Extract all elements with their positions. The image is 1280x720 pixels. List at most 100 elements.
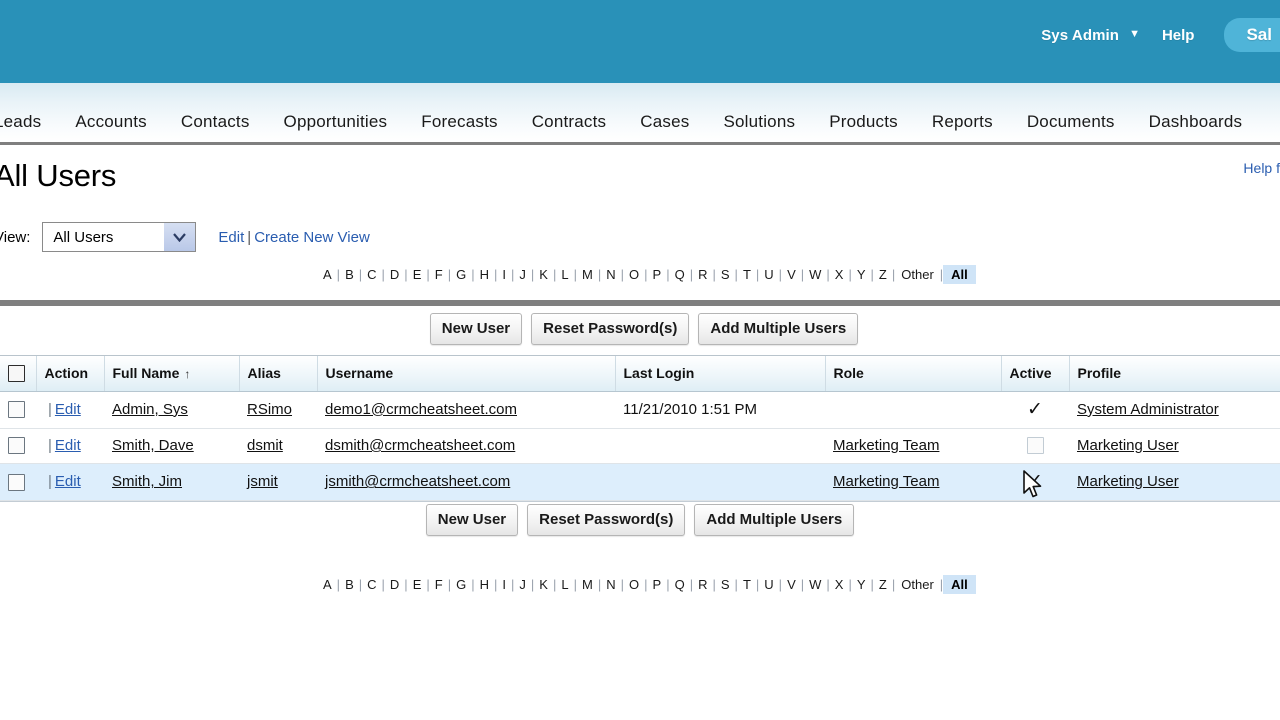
new-user-button-top[interactable]: New User xyxy=(429,313,523,345)
select-all-checkbox[interactable] xyxy=(8,364,25,382)
alpha-link-s[interactable]: S xyxy=(716,576,735,593)
reset-passwords-button-top[interactable]: Reset Password(s) xyxy=(531,313,690,345)
view-select[interactable]: All Users xyxy=(42,222,197,252)
table-row[interactable]: | Edit Admin, Sys RSimo demo1@crmcheatshe… xyxy=(0,391,1280,429)
alpha-link-k[interactable]: K xyxy=(534,576,553,593)
column-header-full-name[interactable]: Full Name ↑ xyxy=(104,356,240,392)
alpha-link-other[interactable]: Other xyxy=(895,576,940,593)
select-all-header[interactable] xyxy=(0,356,37,392)
alpha-link-all[interactable]: All xyxy=(943,265,976,284)
full-name-link[interactable]: Smith, Jim xyxy=(112,473,182,490)
alpha-link-s[interactable]: S xyxy=(716,266,735,283)
profile-link[interactable]: Marketing User xyxy=(1077,473,1179,490)
column-header-username[interactable]: Username xyxy=(317,356,616,392)
alpha-link-r[interactable]: R xyxy=(693,266,712,283)
chevron-down-icon[interactable]: ▼ xyxy=(1129,28,1140,40)
nav-tab-dashboards[interactable]: Dashboards xyxy=(1132,108,1260,138)
help-button[interactable]: Help xyxy=(1156,23,1201,48)
nav-tab-contracts[interactable]: Contracts xyxy=(515,108,624,138)
edit-view-link[interactable]: Edit xyxy=(218,229,244,246)
alpha-link-g[interactable]: G xyxy=(451,266,471,283)
alpha-link-w[interactable]: W xyxy=(804,266,826,283)
alpha-link-z[interactable]: Z xyxy=(874,576,892,593)
nav-tab-accounts[interactable]: Accounts xyxy=(58,108,164,138)
user-menu-button[interactable]: Sys Admin xyxy=(1031,23,1121,48)
alpha-link-e[interactable]: E xyxy=(408,266,427,283)
profile-link[interactable]: Marketing User xyxy=(1077,437,1179,454)
column-header-alias[interactable]: Alias xyxy=(239,356,318,392)
row-select-cell[interactable] xyxy=(0,463,36,502)
create-new-view-link[interactable]: Create New View xyxy=(254,229,370,246)
alpha-link-all[interactable]: All xyxy=(943,575,976,594)
edit-link[interactable]: Edit xyxy=(55,401,81,418)
alpha-link-d[interactable]: D xyxy=(385,266,404,283)
add-multiple-users-button-bottom[interactable]: Add Multiple Users xyxy=(694,504,855,536)
alpha-link-i[interactable]: I xyxy=(497,266,511,283)
edit-link[interactable]: Edit xyxy=(55,437,81,454)
nav-tab-reports[interactable]: Reports xyxy=(915,108,1010,138)
row-checkbox[interactable] xyxy=(8,437,25,455)
add-multiple-users-button-top[interactable]: Add Multiple Users xyxy=(698,313,859,345)
help-for-page-link[interactable]: Help f xyxy=(1243,160,1280,176)
column-header-last-login[interactable]: Last Login xyxy=(615,356,826,392)
alpha-link-c[interactable]: C xyxy=(362,266,381,283)
chevron-down-icon[interactable] xyxy=(163,223,196,251)
alias-link[interactable]: RSimo xyxy=(247,401,292,418)
alpha-link-n[interactable]: N xyxy=(601,266,620,283)
alpha-link-b[interactable]: B xyxy=(340,266,359,283)
alpha-link-l[interactable]: L xyxy=(556,266,573,283)
edit-link[interactable]: Edit xyxy=(55,473,81,490)
alpha-link-other[interactable]: Other xyxy=(895,266,940,283)
role-link[interactable]: Marketing Team xyxy=(833,437,939,454)
nav-tab-forecasts[interactable]: Forecasts xyxy=(404,108,514,138)
alpha-link-x[interactable]: X xyxy=(830,576,849,593)
alpha-link-w[interactable]: W xyxy=(804,576,826,593)
username-link[interactable]: demo1@crmcheatsheet.com xyxy=(325,401,517,418)
alpha-link-o[interactable]: O xyxy=(624,266,644,283)
row-checkbox[interactable] xyxy=(8,473,25,491)
alpha-link-p[interactable]: P xyxy=(648,266,667,283)
alpha-link-q[interactable]: Q xyxy=(670,576,690,593)
alpha-link-h[interactable]: H xyxy=(475,266,494,283)
alpha-link-t[interactable]: T xyxy=(738,576,756,593)
alpha-link-o[interactable]: O xyxy=(624,576,644,593)
alpha-link-v[interactable]: V xyxy=(782,576,801,593)
table-row[interactable]: | Edit Smith, Dave dsmit dsmith@crmcheats… xyxy=(0,428,1280,465)
alpha-link-q[interactable]: Q xyxy=(670,266,690,283)
alpha-link-m[interactable]: M xyxy=(577,266,598,283)
nav-tab-solutions[interactable]: Solutions xyxy=(706,108,812,138)
role-link[interactable]: Marketing Team xyxy=(833,473,939,490)
alpha-link-f[interactable]: F xyxy=(430,576,448,593)
alpha-link-j[interactable]: J xyxy=(514,576,531,593)
nav-tab-documents[interactable]: Documents xyxy=(1010,108,1132,138)
alpha-link-r[interactable]: R xyxy=(693,576,712,593)
nav-tab-opportunities[interactable]: Opportunities xyxy=(267,108,405,138)
column-header-role[interactable]: Role xyxy=(825,356,1002,392)
alpha-link-a[interactable]: A xyxy=(318,266,337,283)
alpha-link-b[interactable]: B xyxy=(340,576,359,593)
alpha-link-x[interactable]: X xyxy=(830,266,849,283)
username-link[interactable]: dsmith@crmcheatsheet.com xyxy=(325,437,515,454)
alpha-link-j[interactable]: J xyxy=(514,266,531,283)
column-header-action[interactable]: Action xyxy=(36,356,105,392)
alpha-link-a[interactable]: A xyxy=(318,576,337,593)
row-checkbox[interactable] xyxy=(8,401,25,419)
full-name-link[interactable]: Smith, Dave xyxy=(112,437,194,454)
alpha-link-k[interactable]: K xyxy=(534,266,553,283)
alpha-link-n[interactable]: N xyxy=(601,576,620,593)
column-header-profile[interactable]: Profile xyxy=(1069,356,1280,392)
alias-link[interactable]: jsmit xyxy=(247,473,278,490)
alpha-link-y[interactable]: Y xyxy=(852,266,871,283)
nav-tab-cases[interactable]: Cases xyxy=(623,108,706,138)
row-select-cell[interactable] xyxy=(0,391,36,429)
alpha-link-y[interactable]: Y xyxy=(852,576,871,593)
full-name-link[interactable]: Admin, Sys xyxy=(112,401,188,418)
alpha-link-p[interactable]: P xyxy=(648,576,667,593)
alpha-link-t[interactable]: T xyxy=(738,266,756,283)
alpha-link-z[interactable]: Z xyxy=(874,266,892,283)
alpha-link-u[interactable]: U xyxy=(759,266,778,283)
alpha-link-f[interactable]: F xyxy=(430,266,448,283)
nav-tab-leads[interactable]: Leads xyxy=(0,108,58,138)
alpha-link-c[interactable]: C xyxy=(362,576,381,593)
row-select-cell[interactable] xyxy=(0,428,36,465)
